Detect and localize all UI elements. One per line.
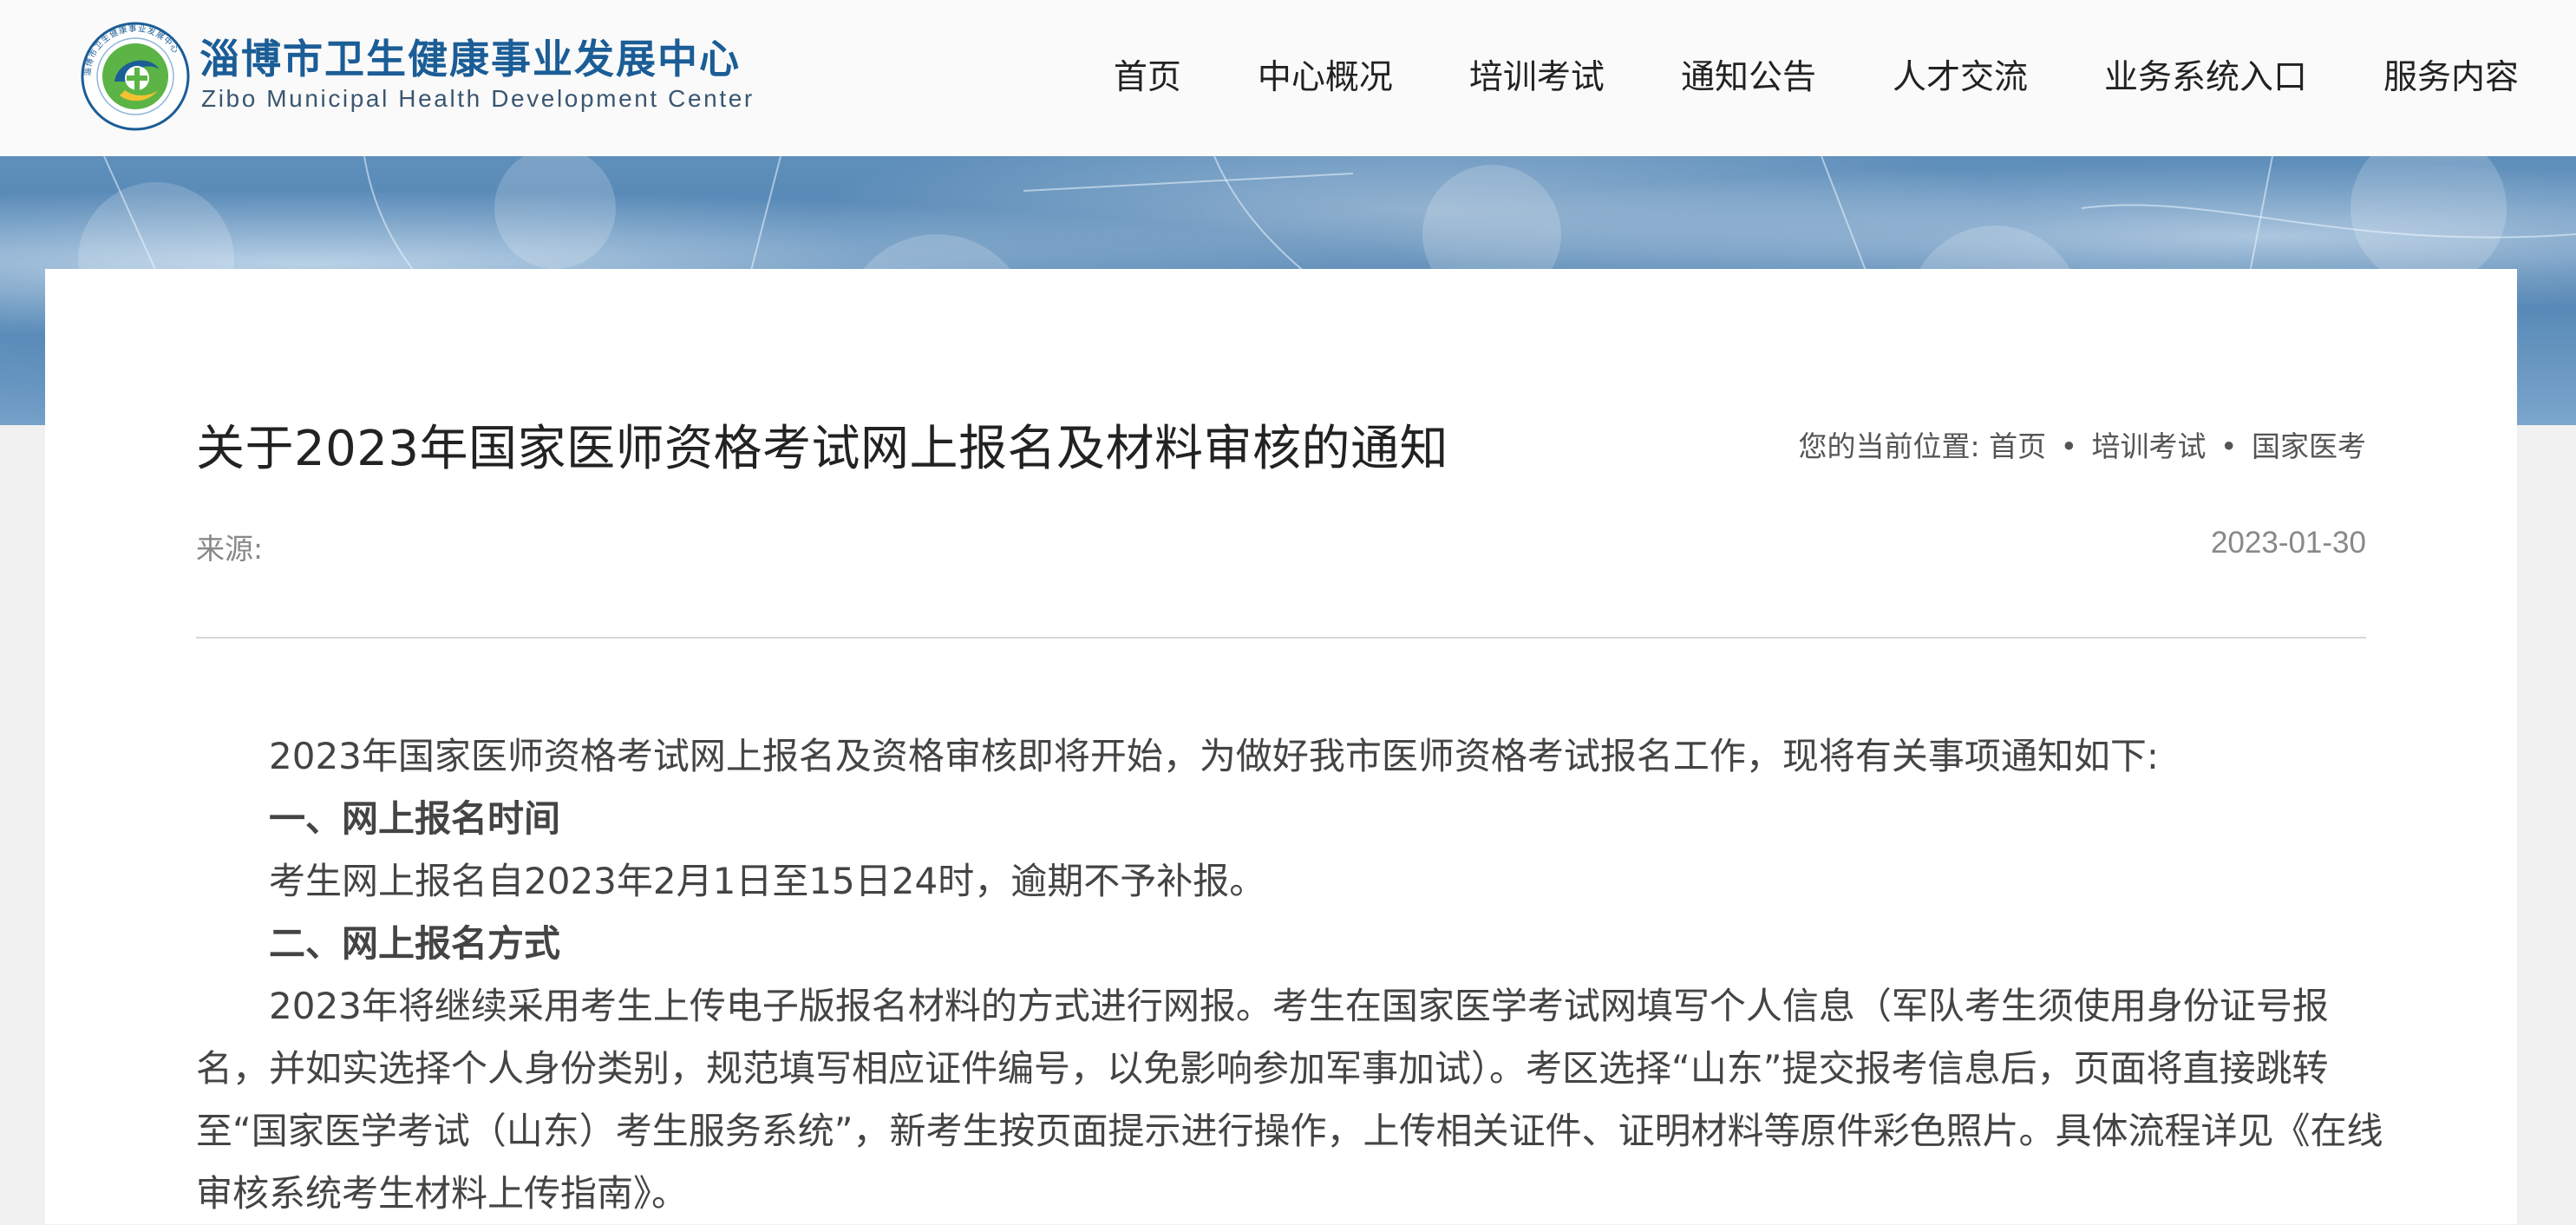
section-heading-registration-time: 一、网上报名时间 [269,797,561,840]
nav-item-notices[interactable]: 通知公告 [1681,43,1816,106]
logo-title-cn: 淄博市卫生健康事业发展中心 [199,36,741,82]
logo-title-en: Zibo Municipal Health Development Center [201,85,755,112]
article-title: 关于2023年国家医师资格考试网上报名及材料审核的通知 [196,421,1449,477]
article-source: 来源: [196,532,264,566]
nav-item-training-exams[interactable]: 培训考试 [1469,43,1605,106]
site-logo[interactable]: 淄博市卫生健康事业发展中心 淄博市卫生健康事业发展中心 Zibo Municip… [80,21,756,134]
breadcrumb-item-training[interactable]: 培训考试 [2092,429,2207,463]
section-heading-registration-method: 二、网上报名方式 [269,922,561,965]
title-divider [196,637,2366,639]
nav-item-center-overview[interactable]: 中心概况 [1258,43,1393,106]
site-header: 淄博市卫生健康事业发展中心 淄博市卫生健康事业发展中心 Zibo Municip… [0,0,2576,156]
article-panel: 关于2023年国家医师资格考试网上报名及材料审核的通知 您的当前位置: 首页 •… [45,269,2517,1224]
breadcrumb: 您的当前位置: 首页 • 培训考试 • 国家医考 [1798,423,2366,465]
nav-item-services[interactable]: 服务内容 [2383,43,2519,106]
logo-emblem-icon: 淄博市卫生健康事业发展中心 [81,22,190,131]
article-intro: 2023年国家医师资格考试网上报名及资格审核即将开始，为做好我市医师资格考试报名… [269,735,2160,777]
breadcrumb-separator: • [2220,429,2238,463]
section-body-registration-time: 考生网上报名自2023年2月1日至15日24时，逾期不予补报。 [269,860,1266,902]
nav-item-home[interactable]: 首页 [1114,43,1181,106]
nav-item-talent-exchange[interactable]: 人才交流 [1893,43,2028,106]
article-body: 2023年国家医师资格考试网上报名及资格审核即将开始，为做好我市医师资格考试报名… [196,725,2383,1225]
main-nav: 首页 中心概况 培训考试 通知公告 人才交流 业务系统入口 服务内容 [1037,43,2519,106]
nav-item-business-systems[interactable]: 业务系统入口 [2104,43,2307,106]
breadcrumb-prefix: 您的当前位置: [1798,429,1980,463]
article-date: 2023-01-30 [2210,526,2366,560]
breadcrumb-item-national-exam[interactable]: 国家医考 [2252,429,2366,463]
breadcrumb-separator: • [2060,429,2078,463]
section-body-registration-method: 2023年将继续采用考生上传电子版报名材料的方式进行网报。考生在国家医学考试网填… [196,985,2383,1215]
breadcrumb-item-home[interactable]: 首页 [1989,429,2046,463]
